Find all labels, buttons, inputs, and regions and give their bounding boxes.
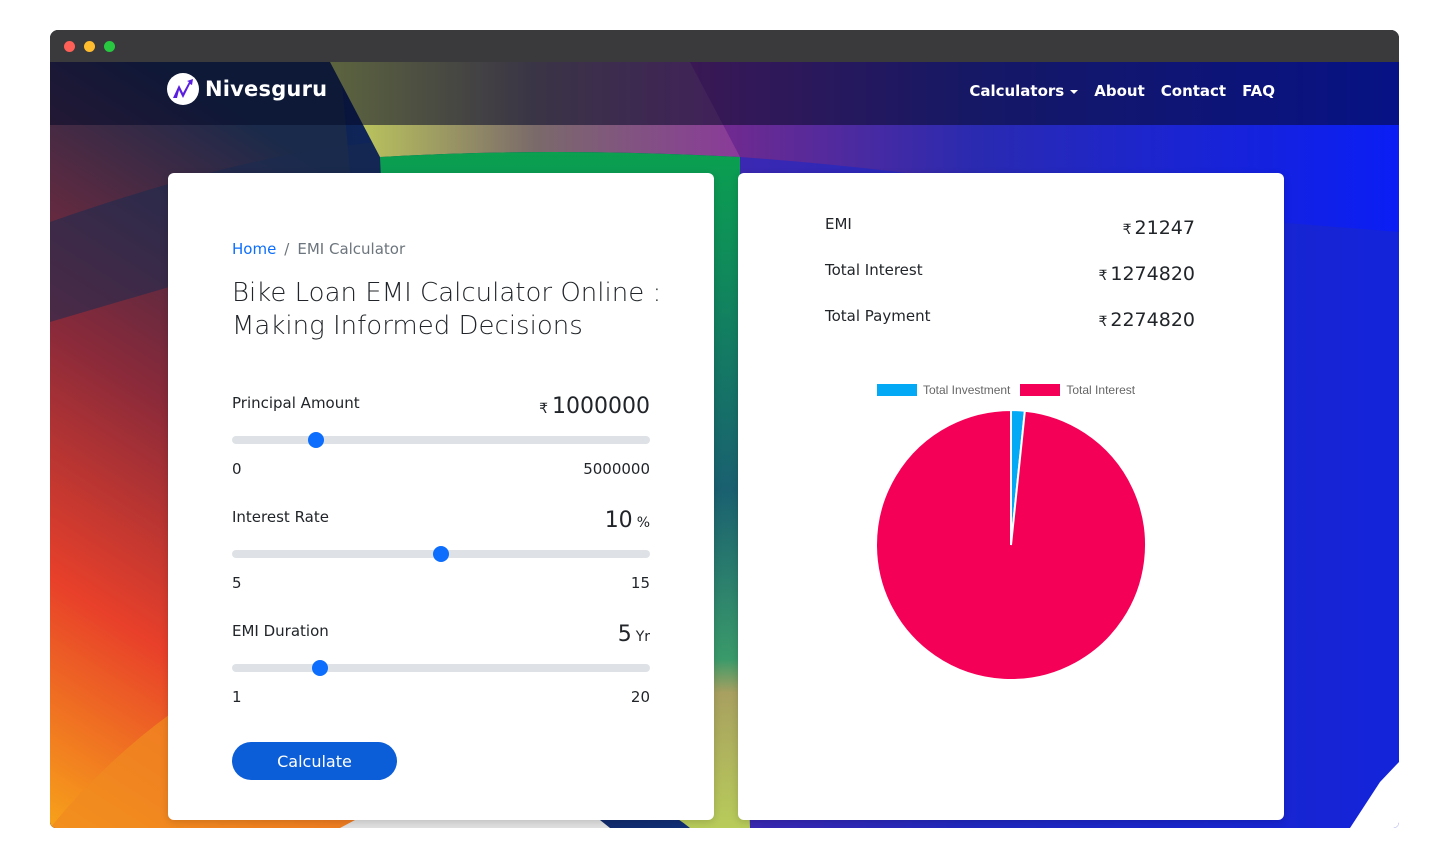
interest-max: 15 [630, 574, 650, 592]
chart-legend: Total Investment Total Interest [877, 383, 1135, 397]
breadcrumb-current: EMI Calculator [297, 240, 406, 258]
percent-unit: % [636, 515, 650, 531]
interest-value: 10 % [605, 508, 650, 533]
result-emi: EMI ₹ 21247 [825, 215, 1195, 239]
emi-label: EMI [825, 215, 852, 233]
rupee-icon: ₹ [1098, 314, 1108, 330]
brand-name: Nivesguru [205, 77, 328, 101]
page-title: Bike Loan EMI Calculator Online : Making… [232, 278, 662, 341]
brand[interactable]: Nivesguru [167, 72, 327, 106]
window-titlebar [50, 30, 1399, 62]
principal-slider-thumb[interactable] [307, 432, 324, 448]
total-interest-label: Total Interest [825, 261, 923, 279]
result-total-payment: Total Payment ₹ 2274820 [825, 307, 1195, 331]
interest-label: Interest Rate [232, 508, 329, 526]
breadcrumb-separator: / [284, 240, 290, 258]
calculator-card: Home / EMI Calculator Bike Loan EMI Calc… [168, 173, 714, 820]
pie-chart [875, 409, 1147, 681]
principal-slider[interactable] [232, 432, 650, 448]
main-nav: Calculators About Contact FAQ [969, 82, 1275, 100]
legend-swatch-investment [877, 384, 917, 396]
emi-amount: 21247 [1134, 217, 1195, 239]
rupee-icon: ₹ [1098, 268, 1108, 284]
result-total-interest: Total Interest ₹ 1274820 [825, 261, 1195, 285]
duration-slider-thumb[interactable] [311, 660, 328, 676]
rupee-icon: ₹ [1122, 222, 1132, 238]
total-payment-amount: 2274820 [1110, 309, 1195, 331]
principal-min: 0 [232, 460, 242, 478]
total-interest-value: ₹ 1274820 [1098, 263, 1195, 285]
minimize-window-button[interactable] [84, 41, 95, 52]
duration-max: 20 [630, 688, 650, 706]
interest-slider-thumb[interactable] [433, 546, 449, 562]
nav-calculators-label: Calculators [969, 82, 1065, 100]
calculate-button[interactable]: Calculate [232, 742, 397, 780]
browser-window: Nivesguru Calculators About Contact FAQ … [50, 30, 1399, 828]
legend-label-investment: Total Investment [923, 383, 1011, 397]
duration-value: 5 Yr [618, 622, 650, 647]
nav-about[interactable]: About [1094, 82, 1145, 100]
principal-value: ₹ 1000000 [539, 394, 650, 419]
breadcrumb: Home / EMI Calculator [232, 240, 405, 258]
duration-years: 5 [617, 622, 632, 647]
pie-slice-total-interest[interactable] [875, 409, 1147, 681]
emi-value: ₹ 21247 [1123, 217, 1195, 239]
interest-min: 5 [232, 574, 242, 592]
interest-slider[interactable] [232, 546, 650, 562]
breadcrumb-home[interactable]: Home [232, 240, 276, 258]
caret-down-icon [1070, 90, 1079, 94]
interest-rate: 10 [604, 508, 633, 533]
legend-item-investment[interactable]: Total Investment [877, 383, 1010, 397]
navbar: Nivesguru Calculators About Contact FAQ [50, 62, 1399, 125]
nav-contact[interactable]: Contact [1161, 82, 1226, 100]
nav-calculators[interactable]: Calculators [969, 82, 1079, 100]
maximize-window-button[interactable] [104, 41, 115, 52]
duration-slider[interactable] [232, 660, 650, 676]
total-payment-value: ₹ 2274820 [1098, 309, 1195, 331]
total-payment-label: Total Payment [825, 307, 931, 325]
year-unit: Yr [635, 629, 650, 645]
duration-label: EMI Duration [232, 622, 329, 640]
results-card: EMI ₹ 21247 Total Interest ₹ 1274820 Tot… [738, 173, 1284, 820]
rupee-icon: ₹ [539, 401, 549, 417]
close-window-button[interactable] [64, 41, 75, 52]
page-viewport: Nivesguru Calculators About Contact FAQ … [50, 62, 1399, 828]
principal-label: Principal Amount [232, 394, 360, 412]
nav-faq[interactable]: FAQ [1242, 82, 1275, 100]
principal-max: 5000000 [583, 460, 650, 478]
nivesguru-logo-icon [167, 73, 199, 105]
duration-min: 1 [232, 688, 242, 706]
legend-item-interest[interactable]: Total Interest [1020, 383, 1135, 397]
legend-label-interest: Total Interest [1066, 383, 1136, 397]
principal-amount: 1000000 [552, 394, 650, 419]
legend-swatch-interest [1020, 384, 1061, 396]
total-interest-amount: 1274820 [1110, 263, 1195, 285]
